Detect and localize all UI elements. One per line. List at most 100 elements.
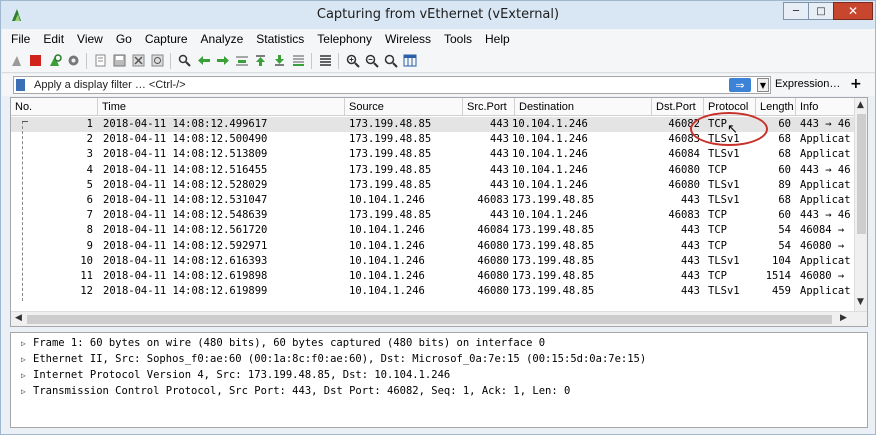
cell-length: 68 [778, 133, 791, 146]
detail-item-ethernet[interactable]: ▷ Ethernet II, Src: Sophos_f0:ae:60 (00:1… [21, 352, 646, 367]
apply-filter-button[interactable]: ⇒ [729, 78, 751, 92]
menu-file[interactable]: File [11, 32, 30, 46]
cell-length: 68 [778, 148, 791, 161]
detail-item-frame[interactable]: ▷ Frame 1: 60 bytes on wire (480 bits), 6… [21, 336, 545, 351]
column-header-no[interactable]: No. [11, 98, 98, 116]
table-row[interactable]: 3 2018-04-11 14:08:12.513809 173.199.48.85… [11, 147, 854, 162]
column-header-info[interactable]: Info [796, 98, 854, 116]
menu-telephony[interactable]: Telephony [317, 32, 372, 46]
cell-destination: 173.199.48.85 [512, 239, 595, 252]
bookmark-icon[interactable] [16, 79, 25, 91]
cell-destination: 173.199.48.85 [512, 194, 595, 206]
find-icon[interactable] [176, 52, 193, 69]
menu-statistics[interactable]: Statistics [256, 32, 304, 46]
save-icon[interactable] [111, 52, 128, 69]
table-row[interactable]: 1 2018-04-11 14:08:12.499617 173.199.48.85… [11, 117, 854, 132]
zoom-out-icon[interactable] [363, 52, 380, 69]
table-row[interactable]: 10 2018-04-11 14:08:12.616393 10.104.1.246… [11, 254, 854, 269]
back-icon[interactable] [195, 52, 212, 69]
detail-item-ipv4[interactable]: ▷ Internet Protocol Version 4, Src: 173.1… [21, 368, 450, 383]
restart-icon[interactable] [46, 52, 63, 69]
cell-dst-port: 46084 [668, 148, 700, 161]
reload-icon[interactable] [149, 52, 166, 69]
packet-list-horizontal-scrollbar[interactable]: ◀ ▶ [11, 311, 867, 326]
minimize-button[interactable]: ─ [783, 2, 809, 20]
resize-columns-icon[interactable] [401, 52, 418, 69]
table-row[interactable]: 4 2018-04-11 14:08:12.516455 173.199.48.85… [11, 163, 854, 178]
menu-go[interactable]: Go [116, 32, 132, 46]
cell-length: 54 [778, 224, 791, 237]
menu-help[interactable]: Help [485, 32, 510, 46]
close-button[interactable]: ✕ [833, 2, 873, 20]
cell-protocol: TLSv1 [708, 285, 740, 298]
table-row[interactable]: 9 2018-04-11 14:08:12.592971 10.104.1.246 4… [11, 239, 854, 254]
scroll-left-icon[interactable]: ◀ [15, 313, 22, 323]
cell-length: 60 [778, 209, 791, 222]
options-icon[interactable] [65, 52, 82, 69]
expression-button[interactable]: Expression… [775, 78, 840, 90]
menu-view[interactable]: View [77, 32, 103, 46]
cell-destination: 173.199.48.85 [512, 254, 595, 267]
cell-destination: 10.104.1.246 [512, 163, 588, 176]
display-filter-input[interactable]: Apply a display filter … <Ctrl-/> [13, 76, 771, 94]
column-header-destination[interactable]: Destination [515, 98, 652, 116]
detail-item-tcp[interactable]: ▷ Transmission Control Protocol, Src Port… [21, 384, 570, 399]
close-file-icon[interactable] [130, 52, 147, 69]
menu-tools[interactable]: Tools [444, 32, 472, 46]
menu-wireless[interactable]: Wireless [385, 32, 431, 46]
cell-source: 173.199.48.85 [349, 148, 432, 161]
first-packet-icon[interactable] [252, 52, 269, 69]
forward-icon[interactable] [214, 52, 231, 69]
table-row[interactable]: 5 2018-04-11 14:08:12.528029 173.199.48.85… [11, 178, 854, 193]
scroll-up-icon[interactable]: ▲ [857, 100, 864, 110]
scroll-thumb[interactable] [27, 315, 832, 324]
cell-protocol: TCP [708, 163, 727, 176]
table-row[interactable]: 11 2018-04-11 14:08:12.619898 10.104.1.246… [11, 269, 854, 284]
zoom-in-icon[interactable] [344, 52, 361, 69]
window-title: Capturing from vEthernet (vExternal) [316, 7, 560, 22]
cell-no: 1 [86, 118, 93, 130]
table-row[interactable]: 7 2018-04-11 14:08:12.548639 173.199.48.85… [11, 208, 854, 223]
table-row[interactable]: 2 2018-04-11 14:08:12.500490 173.199.48.85… [11, 132, 854, 147]
scroll-thumb[interactable] [857, 114, 866, 234]
cell-protocol: TLSv1 [708, 194, 740, 206]
table-row[interactable]: 8 2018-04-11 14:08:12.561720 10.104.1.246 4… [11, 223, 854, 238]
menu-edit[interactable]: Edit [43, 32, 64, 46]
expand-arrow-icon[interactable]: ▷ [21, 384, 33, 399]
maximize-button[interactable]: □ [808, 2, 834, 20]
add-filter-button[interactable]: + [850, 76, 862, 92]
column-header-time[interactable]: Time [98, 98, 345, 116]
scroll-right-icon[interactable]: ▶ [840, 313, 847, 323]
cell-dst-port: 443 [681, 194, 700, 206]
cell-source: 173.199.48.85 [349, 209, 432, 222]
scroll-down-icon[interactable]: ▼ [857, 297, 864, 307]
autoscroll-icon[interactable] [290, 52, 307, 69]
cell-no: 9 [86, 239, 93, 252]
cell-dst-port: 46080 [668, 178, 700, 191]
column-header-src-port[interactable]: Src.Port [463, 98, 515, 116]
menu-capture[interactable]: Capture [145, 32, 188, 46]
expand-arrow-icon[interactable]: ▷ [21, 352, 33, 367]
menu-analyze[interactable]: Analyze [201, 32, 244, 46]
column-header-dst-port[interactable]: Dst.Port [652, 98, 704, 116]
last-packet-icon[interactable] [271, 52, 288, 69]
cell-no: 11 [80, 270, 93, 282]
cell-src-port: 46080 [477, 254, 509, 267]
cell-destination: 173.199.48.85 [512, 224, 595, 237]
table-row[interactable]: 6 2018-04-11 14:08:12.531047 10.104.1.246 4… [11, 193, 854, 208]
column-header-protocol[interactable]: Protocol [704, 98, 756, 116]
colorize-icon[interactable] [317, 52, 334, 69]
cell-info: 443 → 46 [800, 118, 851, 130]
stop-icon[interactable] [27, 52, 44, 69]
expand-arrow-icon[interactable]: ▷ [21, 368, 33, 383]
table-row[interactable]: 12 2018-04-11 14:08:12.619899 10.104.1.246… [11, 284, 854, 299]
shark-fin-icon[interactable] [8, 52, 25, 69]
column-header-length[interactable]: Length [756, 98, 796, 116]
zoom-reset-icon[interactable] [382, 52, 399, 69]
column-header-source[interactable]: Source [345, 98, 463, 116]
chevron-down-icon[interactable]: ▼ [757, 78, 769, 92]
open-icon[interactable] [92, 52, 109, 69]
packet-list-vertical-scrollbar[interactable]: ▲ ▼ [854, 98, 867, 311]
expand-arrow-icon[interactable]: ▷ [21, 336, 33, 351]
go-to-packet-icon[interactable] [233, 52, 250, 69]
